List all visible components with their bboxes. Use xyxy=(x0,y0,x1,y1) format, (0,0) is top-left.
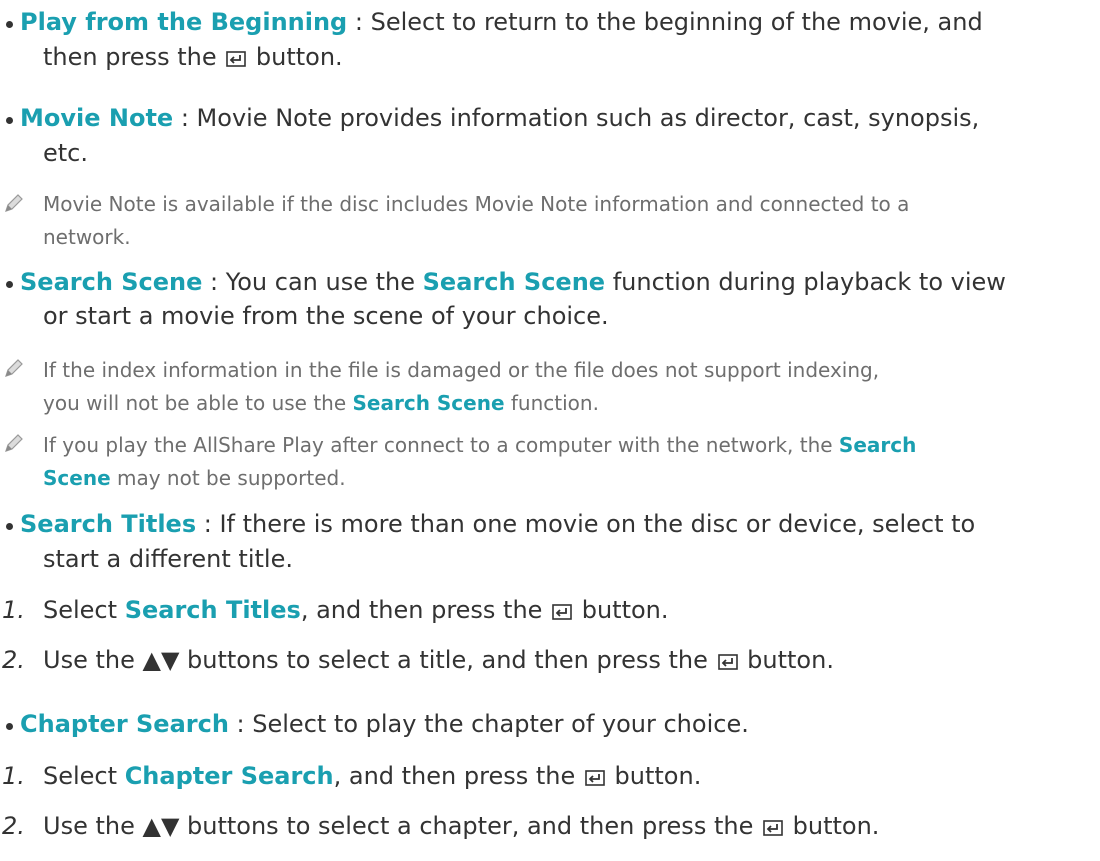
movie-note-label: Movie Note xyxy=(20,104,174,132)
chapter-search-line1: Chapter Search : Select to play the chap… xyxy=(20,710,749,738)
enter-button-icon xyxy=(763,820,783,836)
bullet xyxy=(6,117,13,124)
bullet xyxy=(6,723,13,730)
bullet xyxy=(6,281,13,288)
enter-button-icon xyxy=(552,604,572,620)
chapter-search-label: Chapter Search xyxy=(20,710,229,738)
search-titles-label: Search Titles xyxy=(20,510,197,538)
step-number: 2. xyxy=(2,646,25,674)
enter-button-icon xyxy=(717,654,738,670)
search-titles-line2: start a different title. xyxy=(43,545,293,573)
bullet xyxy=(6,523,13,530)
movie-note-line1: Movie Note : Movie Note provides informa… xyxy=(20,104,980,132)
search-titles-step2: Use the ▲▼ buttons to select a title, an… xyxy=(43,646,834,674)
search-scene-line2: or start a movie from the scene of your … xyxy=(43,302,609,330)
play-from-beginning-label: Play from the Beginning xyxy=(20,8,348,36)
search-scene-tip2-line2: Scene may not be supported. xyxy=(43,466,346,490)
search-titles-step1: Select Search Titles, and then press the… xyxy=(43,596,669,624)
step-number: 1. xyxy=(2,596,25,624)
search-scene-tip2-line1: If you play the AllShare Play after conn… xyxy=(43,433,917,457)
enter-button-icon xyxy=(226,51,247,67)
search-scene-tip1-line2: you will not be able to use the Search S… xyxy=(43,391,599,415)
chapter-search-step2: Use the ▲▼ buttons to select a chapter, … xyxy=(43,812,880,840)
search-scene-tip1-line1: If the index information in the file is … xyxy=(43,358,880,382)
bullet xyxy=(6,21,13,28)
movie-note-line2: etc. xyxy=(43,139,88,167)
search-scene-label: Search Scene xyxy=(20,268,203,296)
play-from-beginning-line2: then press the button. xyxy=(43,43,343,71)
pencil-note-icon xyxy=(5,194,23,212)
movie-note-tip-line1: Movie Note is available if the disc incl… xyxy=(43,192,910,216)
step-number: 1. xyxy=(2,762,25,790)
search-scene-line1: Search Scene : You can use the Search Sc… xyxy=(20,268,1006,296)
pencil-note-icon xyxy=(5,359,23,377)
chapter-search-step1: Select Chapter Search, and then press th… xyxy=(43,762,702,790)
step-number: 2. xyxy=(2,812,25,840)
search-titles-line1: Search Titles : If there is more than on… xyxy=(20,510,976,538)
play-from-beginning-line1: Play from the Beginning : Select to retu… xyxy=(20,8,983,36)
pencil-note-icon xyxy=(5,434,23,452)
enter-button-icon xyxy=(585,770,605,786)
movie-note-tip-line2: network. xyxy=(43,225,131,249)
